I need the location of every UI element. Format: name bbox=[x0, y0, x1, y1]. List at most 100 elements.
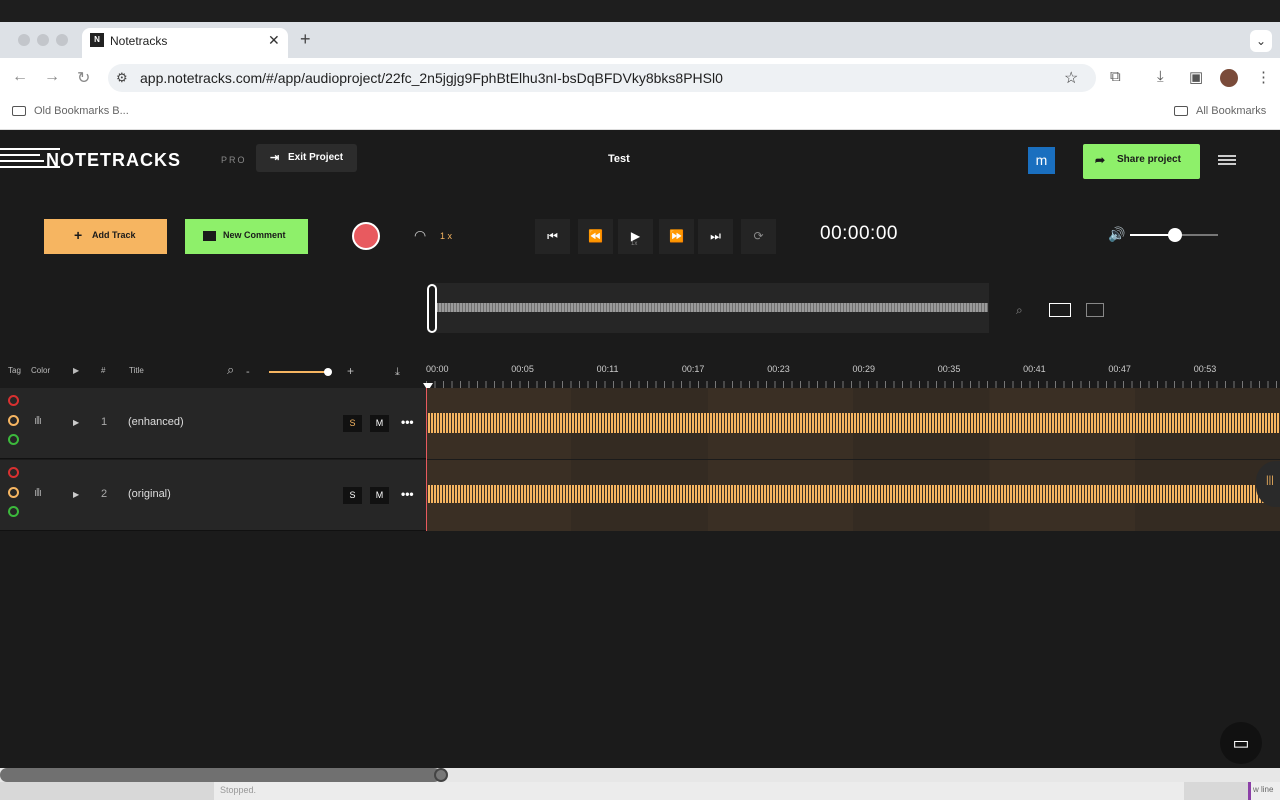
timeline-tick-label: 00:29 bbox=[852, 364, 876, 374]
track-waveform bbox=[428, 413, 1280, 433]
track-number: 1 bbox=[101, 416, 108, 428]
record-button[interactable] bbox=[352, 222, 380, 250]
side-panel-icon[interactable]: ▣ bbox=[1189, 68, 1203, 86]
zoom-out-icon[interactable]: - bbox=[246, 366, 250, 378]
site-settings-icon[interactable]: ⚙ bbox=[116, 70, 128, 86]
close-window-dot[interactable] bbox=[18, 34, 30, 46]
window-top-strip bbox=[0, 0, 1280, 22]
volume-knob[interactable] bbox=[1168, 228, 1182, 242]
scrollbar-thumb[interactable] bbox=[0, 768, 441, 782]
fit-width-icon[interactable] bbox=[1049, 303, 1071, 317]
timeline-tick-label: 00:05 bbox=[511, 364, 534, 374]
rewind-button[interactable]: ⏪ bbox=[578, 219, 613, 254]
scrollbar-knob[interactable] bbox=[434, 768, 448, 782]
play-all-icon[interactable]: ▶ bbox=[73, 366, 79, 375]
tag-red-icon[interactable] bbox=[8, 395, 19, 406]
bookmark-folder-old[interactable]: Old Bookmarks B... bbox=[34, 105, 129, 117]
play-button[interactable]: ▶ 1x bbox=[618, 219, 653, 254]
track-more-icon[interactable]: ••• bbox=[401, 487, 414, 501]
timeline-tick-label: 00:35 bbox=[937, 364, 961, 374]
folder-icon bbox=[1174, 106, 1188, 116]
add-track-label: Add Track bbox=[92, 230, 136, 240]
zoom-slider[interactable] bbox=[269, 371, 327, 373]
timeline-tick-label: 00:17 bbox=[681, 364, 705, 374]
ruler-ticks bbox=[426, 381, 1280, 388]
track-play-icon[interactable]: ▶ bbox=[73, 490, 79, 499]
back-icon[interactable]: ← bbox=[12, 68, 28, 86]
plan-label: PRO bbox=[221, 155, 247, 165]
play-speed-label: 1x bbox=[631, 241, 638, 247]
solo-button[interactable]: S bbox=[343, 415, 362, 432]
speedometer-icon[interactable]: ◠ bbox=[414, 227, 426, 244]
track-title[interactable]: (original) bbox=[128, 488, 171, 500]
tab-search-icon[interactable]: ⌄ bbox=[1250, 30, 1272, 52]
mute-button[interactable]: M bbox=[370, 487, 389, 504]
track-waveform bbox=[428, 485, 1280, 503]
zoom-knob[interactable] bbox=[324, 368, 332, 376]
new-comment-label: New Comment bbox=[223, 230, 286, 240]
fit-height-icon[interactable] bbox=[1086, 303, 1104, 317]
reload-icon[interactable]: ↻ bbox=[77, 68, 90, 88]
browser-menu-icon[interactable]: ⋮ bbox=[1256, 68, 1271, 86]
speed-value[interactable]: 1 x bbox=[440, 231, 452, 241]
new-comment-button[interactable]: New Comment bbox=[185, 219, 308, 254]
minimize-window-dot[interactable] bbox=[37, 34, 49, 46]
new-tab-icon[interactable]: + bbox=[300, 29, 311, 50]
bookmark-star-icon[interactable]: ☆ bbox=[1064, 68, 1078, 88]
forward-icon[interactable]: → bbox=[44, 68, 60, 86]
user-avatar[interactable]: m bbox=[1028, 147, 1055, 174]
add-track-button[interactable]: + Add Track bbox=[44, 219, 167, 254]
fast-forward-button[interactable]: ⏩ bbox=[659, 219, 694, 254]
header-color: Color bbox=[31, 366, 51, 375]
timeline-tick-label: 00:23 bbox=[767, 364, 790, 374]
track-play-icon[interactable]: ▶ bbox=[73, 418, 79, 427]
volume-icon[interactable]: 🔊 bbox=[1108, 226, 1125, 243]
url-text[interactable]: app.notetracks.com/#/app/audioproject/22… bbox=[140, 70, 723, 86]
mute-button[interactable]: M bbox=[370, 415, 389, 432]
download-all-icon[interactable]: ⤓ bbox=[395, 366, 400, 379]
zoom-in-icon[interactable]: + bbox=[347, 364, 354, 378]
download-icon[interactable]: ⤓ bbox=[1157, 68, 1164, 85]
status-right-text: w line bbox=[1248, 782, 1280, 800]
playhead-line bbox=[426, 388, 427, 531]
zoom-search-icon[interactable]: ⌕ bbox=[227, 362, 234, 378]
extensions-icon[interactable]: ⧉ bbox=[1110, 68, 1121, 85]
zoom-window-dot[interactable] bbox=[56, 34, 68, 46]
timeline-tick-label: 00:11 bbox=[596, 364, 619, 374]
timeline-tick-label: 00:53 bbox=[1193, 364, 1217, 374]
overview-waveform bbox=[436, 303, 988, 312]
loop-button[interactable]: ⟳ bbox=[741, 219, 776, 254]
plus-icon: + bbox=[74, 227, 83, 243]
exit-project-button[interactable]: ⇥ Exit Project bbox=[256, 144, 357, 172]
share-project-button[interactable]: ➦ Share project bbox=[1083, 144, 1200, 179]
skip-to-end-button[interactable]: ⏭ bbox=[698, 219, 733, 254]
chat-icon[interactable]: ▭ bbox=[1220, 722, 1262, 764]
header-title: Title bbox=[129, 366, 144, 375]
zoom-selection-icon[interactable]: ⌕ bbox=[1016, 303, 1023, 318]
bookmark-folder-all[interactable]: All Bookmarks bbox=[1196, 105, 1266, 117]
overview-handle[interactable] bbox=[427, 284, 437, 333]
close-tab-icon[interactable]: ✕ bbox=[268, 32, 280, 49]
project-title: Test bbox=[608, 153, 630, 165]
tag-orange-icon[interactable] bbox=[8, 415, 19, 426]
solo-button[interactable]: S bbox=[343, 487, 362, 504]
skip-to-start-button[interactable]: ⏮ bbox=[535, 219, 570, 254]
timeline-tick-label: 00:41 bbox=[1023, 364, 1046, 374]
folder-icon bbox=[12, 106, 26, 116]
tag-red-icon[interactable] bbox=[8, 467, 19, 478]
exit-icon: ⇥ bbox=[270, 152, 280, 164]
audio-bars-icon: ıllı bbox=[34, 487, 42, 499]
notetracks-logo[interactable]: NOTETRACKS bbox=[46, 150, 181, 171]
timeline-tick-label: 00:00 bbox=[426, 364, 449, 374]
tag-orange-icon[interactable] bbox=[8, 487, 19, 498]
track-title[interactable]: (enhanced) bbox=[128, 416, 184, 428]
track-list-header bbox=[0, 356, 426, 388]
share-arrow-icon: ➦ bbox=[1095, 153, 1106, 167]
track-more-icon[interactable]: ••• bbox=[401, 415, 414, 429]
header-number: # bbox=[101, 366, 106, 375]
profile-avatar[interactable] bbox=[1220, 69, 1238, 87]
tag-green-icon[interactable] bbox=[8, 434, 19, 445]
comment-icon bbox=[203, 231, 216, 241]
audio-bars-icon: ıllı bbox=[34, 415, 42, 427]
tag-green-icon[interactable] bbox=[8, 506, 19, 517]
